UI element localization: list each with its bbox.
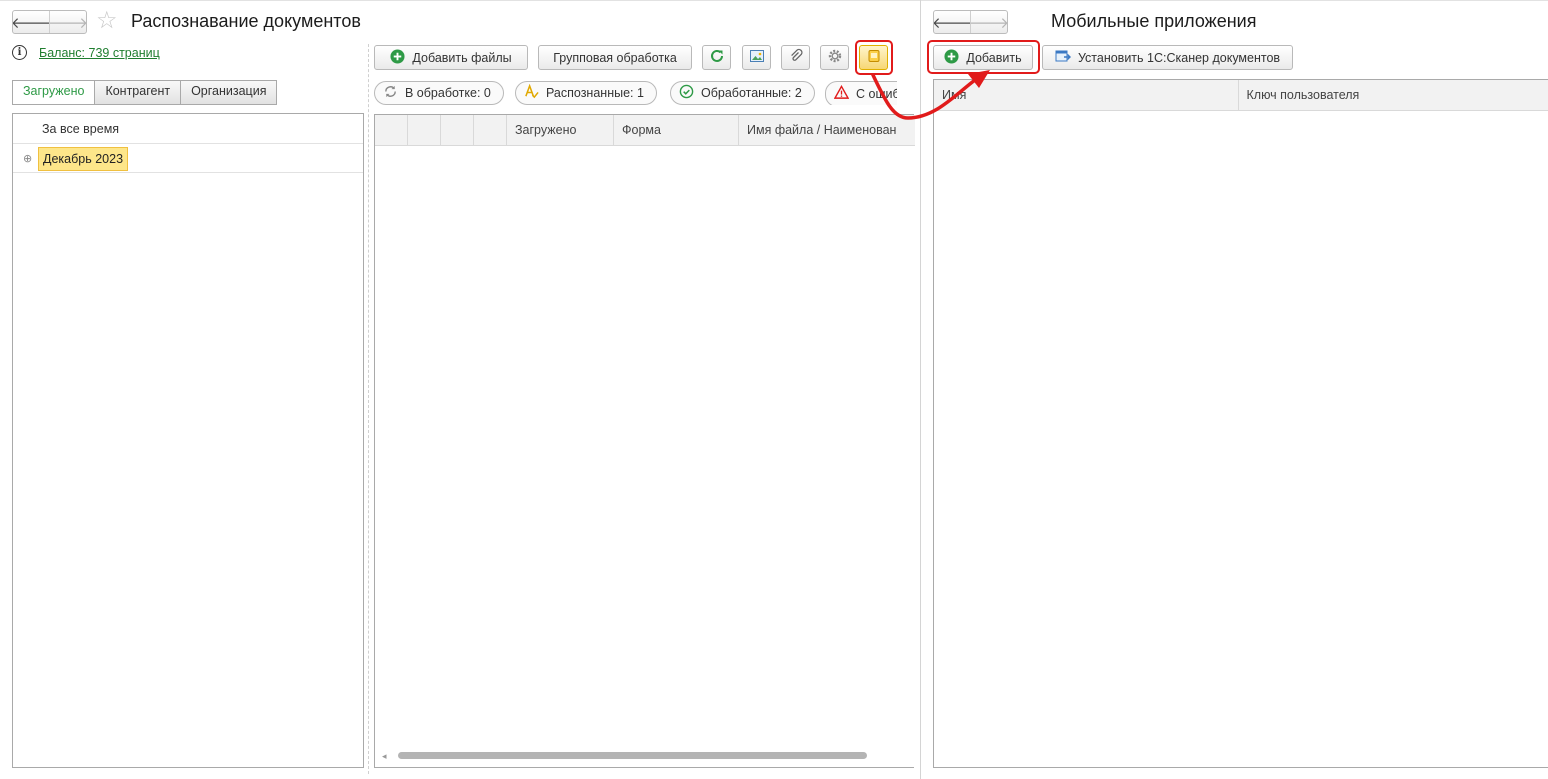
arrow-right-icon: 🡒: [47, 14, 87, 32]
processed-check-icon: [679, 84, 694, 102]
column-header-form[interactable]: Форма: [614, 115, 739, 145]
top-border: [0, 0, 1548, 1]
window-divider: [920, 0, 921, 779]
balance-link[interactable]: Баланс: 739 страниц: [39, 46, 160, 60]
add-files-label: Добавить файлы: [412, 50, 512, 65]
scroll-left-arrow[interactable]: ◂: [382, 751, 398, 761]
add-button[interactable]: Добавить: [933, 45, 1033, 70]
filter-errors-clip: С ошиб: [825, 81, 897, 105]
column-header[interactable]: [474, 115, 507, 145]
horizontal-scrollbar-thumb[interactable]: [398, 752, 867, 759]
documents-table-header: Загружено Форма Имя файла / Наименован: [375, 115, 915, 146]
settings-button[interactable]: [820, 45, 849, 70]
plus-circle-icon: [390, 48, 405, 67]
favorite-star-icon[interactable]: ☆: [96, 8, 118, 34]
period-tree: За все время ⊕ Декабрь 2023: [12, 113, 364, 768]
mobile-apps-button[interactable]: [859, 45, 888, 70]
add-files-button[interactable]: Добавить файлы: [374, 45, 528, 70]
left-nav-buttons: 🡐 🡒: [12, 10, 87, 34]
column-header[interactable]: [375, 115, 408, 145]
back-button[interactable]: 🡐: [12, 11, 52, 33]
group-processing-button[interactable]: Групповая обработка: [538, 45, 692, 70]
filter-processed[interactable]: Обработанные: 2: [670, 81, 815, 105]
paperclip-icon: [788, 48, 804, 67]
column-header-name[interactable]: Имя: [934, 80, 1239, 110]
tree-root-item[interactable]: За все время: [13, 114, 363, 144]
processing-icon: [383, 84, 398, 102]
grouping-tabs: Загружено Контрагент Организация: [12, 80, 278, 105]
mobile-apps-table: Имя Ключ пользователя: [933, 79, 1548, 768]
filter-errors[interactable]: С ошиб: [825, 81, 897, 105]
filter-processing[interactable]: В обработке: 0: [374, 81, 504, 105]
expand-icon[interactable]: ⊕: [23, 152, 32, 165]
filter-processing-label: В обработке: 0: [405, 86, 491, 100]
plus-circle-icon: [944, 48, 959, 67]
mobile-apps-table-header: Имя Ключ пользователя: [934, 80, 1548, 111]
tab-uploaded[interactable]: Загружено: [12, 80, 96, 105]
filter-recognized[interactable]: Распознанные: 1: [515, 81, 657, 105]
gear-icon: [827, 48, 843, 67]
right-nav-buttons: 🡐 🡒: [933, 10, 1008, 34]
group-processing-label: Групповая обработка: [553, 50, 677, 65]
install-icon: [1055, 49, 1071, 67]
filter-processed-label: Обработанные: 2: [701, 86, 802, 100]
tree-item-label[interactable]: Декабрь 2023: [38, 147, 129, 171]
arrow-right-icon: 🡒: [968, 14, 1008, 32]
filter-errors-label: С ошиб: [856, 87, 897, 101]
mobile-phone-icon: [866, 48, 882, 67]
panel-splitter[interactable]: [368, 44, 369, 774]
page-title: Распознавание документов: [131, 11, 361, 31]
install-scanner-button[interactable]: Установить 1С:Сканер документов: [1042, 45, 1293, 70]
install-scanner-label: Установить 1С:Сканер документов: [1077, 50, 1281, 65]
column-header[interactable]: [408, 115, 441, 145]
picture-icon: [749, 48, 765, 67]
column-header-uploaded[interactable]: Загружено: [507, 115, 614, 145]
recognized-icon: [524, 83, 539, 102]
tab-organization[interactable]: Организация: [180, 80, 278, 105]
refresh-icon: [709, 48, 725, 67]
add-label: Добавить: [966, 50, 1022, 65]
forward-button[interactable]: 🡒: [47, 11, 87, 33]
image-button[interactable]: [742, 45, 771, 70]
documents-table: Загружено Форма Имя файла / Наименован: [374, 114, 915, 768]
arrow-left-icon: 🡐: [933, 14, 973, 32]
filter-recognized-label: Распознанные: 1: [546, 86, 644, 100]
attach-button[interactable]: [781, 45, 810, 70]
mobile-apps-title: Мобильные приложения: [1051, 11, 1257, 31]
column-header[interactable]: [441, 115, 474, 145]
forward-button[interactable]: 🡒: [968, 11, 1008, 33]
column-header-filename[interactable]: Имя файла / Наименован: [739, 115, 915, 145]
refresh-button[interactable]: [702, 45, 731, 70]
back-button[interactable]: 🡐: [933, 11, 973, 33]
info-icon: i: [12, 45, 27, 60]
tab-counterparty[interactable]: Контрагент: [94, 80, 182, 105]
column-header-user-key[interactable]: Ключ пользователя: [1239, 80, 1548, 110]
arrow-left-icon: 🡐: [12, 14, 52, 32]
warning-icon: [833, 84, 850, 103]
tree-item[interactable]: ⊕ Декабрь 2023: [13, 144, 363, 173]
